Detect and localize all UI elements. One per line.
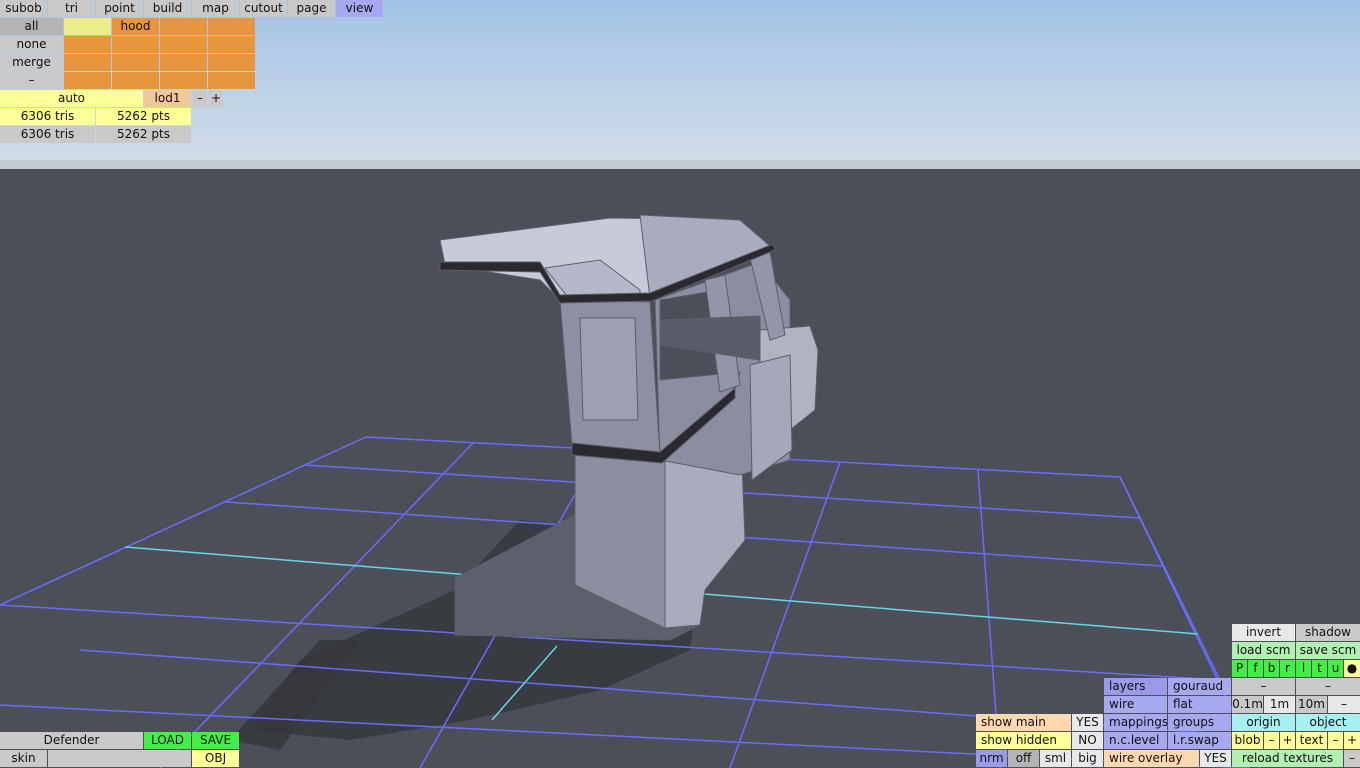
view-u-button[interactable]: u bbox=[1328, 660, 1343, 677]
group-hood[interactable]: hood bbox=[112, 18, 159, 35]
group-slot[interactable] bbox=[160, 18, 207, 35]
invert-button[interactable]: invert bbox=[1232, 624, 1295, 641]
tris-count: 6306 tris bbox=[0, 108, 95, 125]
group-slot[interactable] bbox=[112, 72, 159, 89]
grid-0-1m-button[interactable]: 0.1m bbox=[1232, 696, 1263, 713]
groups-button[interactable]: groups bbox=[1168, 714, 1231, 731]
object-button[interactable]: object bbox=[1296, 714, 1360, 731]
blob-plus-button[interactable]: + bbox=[1280, 732, 1295, 749]
model-name[interactable]: Defender bbox=[0, 732, 143, 749]
text-button[interactable]: text bbox=[1296, 732, 1327, 749]
blob-button[interactable]: blob bbox=[1232, 732, 1263, 749]
lod-level[interactable]: lod1 bbox=[144, 90, 191, 107]
dash-button[interactable]: – bbox=[1232, 678, 1295, 695]
group-slot[interactable] bbox=[112, 36, 159, 53]
menu-point[interactable]: point bbox=[96, 0, 143, 17]
flat-button[interactable]: flat bbox=[1168, 696, 1231, 713]
dash-button[interactable]: – bbox=[1296, 678, 1360, 695]
gouraud-button[interactable]: gouraud bbox=[1168, 678, 1231, 695]
blob-minus-button[interactable]: – bbox=[1264, 732, 1279, 749]
menu-cutout[interactable]: cutout bbox=[240, 0, 287, 17]
show-main-button[interactable]: show main bbox=[976, 714, 1071, 731]
group-slot[interactable] bbox=[208, 18, 255, 35]
view-t-button[interactable]: t bbox=[1312, 660, 1327, 677]
view-b-button[interactable]: b bbox=[1264, 660, 1279, 677]
show-hidden-value[interactable]: NO bbox=[1072, 732, 1103, 749]
wire-button[interactable]: wire bbox=[1104, 696, 1167, 713]
lr-swap-button[interactable]: l.r.swap bbox=[1168, 732, 1231, 749]
layers-button[interactable]: layers bbox=[1104, 678, 1167, 695]
show-main-value[interactable]: YES bbox=[1072, 714, 1103, 731]
view-r-button[interactable]: r bbox=[1280, 660, 1295, 677]
grid-1m-button[interactable]: 1m bbox=[1264, 696, 1295, 713]
reload-textures-button[interactable]: reload textures bbox=[1232, 750, 1343, 767]
lod-plus-button[interactable]: + bbox=[209, 90, 223, 107]
select-none-button[interactable]: none bbox=[0, 36, 63, 53]
origin-button[interactable]: origin bbox=[1232, 714, 1295, 731]
normals-off[interactable]: off bbox=[1008, 750, 1039, 767]
lod-auto-button[interactable]: auto bbox=[0, 90, 143, 107]
menu-subob[interactable]: subob bbox=[0, 0, 47, 17]
dash-button[interactable]: – bbox=[0, 72, 63, 89]
load-scm-button[interactable]: load scm bbox=[1232, 642, 1295, 659]
normals-nrm[interactable]: nrm bbox=[976, 750, 1007, 767]
select-all-button[interactable]: all bbox=[0, 18, 63, 35]
grid-minus-button[interactable]: – bbox=[1328, 696, 1360, 713]
view-f-button[interactable]: f bbox=[1248, 660, 1263, 677]
tris-count-total: 6306 tris bbox=[0, 126, 95, 143]
group-slot[interactable] bbox=[208, 54, 255, 71]
grid-10m-button[interactable]: 10m bbox=[1296, 696, 1327, 713]
normals-sml[interactable]: sml bbox=[1040, 750, 1071, 767]
show-hidden-button[interactable]: show hidden bbox=[976, 732, 1071, 749]
obj-button[interactable]: OBJ bbox=[192, 750, 239, 767]
skin-field[interactable] bbox=[48, 750, 191, 767]
text-plus-button[interactable]: + bbox=[1344, 732, 1360, 749]
group-slot[interactable] bbox=[208, 72, 255, 89]
nc-level-button[interactable]: n.c.level bbox=[1104, 732, 1167, 749]
pts-count-total: 5262 pts bbox=[96, 126, 191, 143]
menu-page[interactable]: page bbox=[288, 0, 335, 17]
group-slot[interactable] bbox=[64, 36, 111, 53]
menu-map[interactable]: map bbox=[192, 0, 239, 17]
menu-view[interactable]: view bbox=[336, 0, 383, 17]
reload-minus-button[interactable]: – bbox=[1344, 750, 1360, 767]
view-p-button[interactable]: P bbox=[1232, 660, 1247, 677]
skin-label: skin bbox=[0, 750, 47, 767]
shadow-button[interactable]: shadow bbox=[1296, 624, 1360, 641]
save-button[interactable]: SAVE bbox=[192, 732, 239, 749]
merge-button[interactable]: merge bbox=[0, 54, 63, 71]
group-slot[interactable] bbox=[64, 18, 111, 35]
wire-overlay-value[interactable]: YES bbox=[1200, 750, 1231, 767]
save-scm-button[interactable]: save scm bbox=[1296, 642, 1360, 659]
menu-tri[interactable]: tri bbox=[48, 0, 95, 17]
lod-minus-button[interactable]: – bbox=[193, 90, 207, 107]
mappings-button[interactable]: mappings bbox=[1104, 714, 1167, 731]
text-minus-button[interactable]: – bbox=[1328, 732, 1343, 749]
group-slot[interactable] bbox=[160, 72, 207, 89]
dot-button[interactable]: ● bbox=[1344, 660, 1360, 677]
group-slot[interactable] bbox=[64, 54, 111, 71]
normals-big[interactable]: big bbox=[1072, 750, 1103, 767]
group-slot[interactable] bbox=[112, 54, 159, 71]
pts-count: 5262 pts bbox=[96, 108, 191, 125]
group-slot[interactable] bbox=[160, 36, 207, 53]
group-slot[interactable] bbox=[160, 54, 207, 71]
load-button[interactable]: LOAD bbox=[144, 732, 191, 749]
menu-build[interactable]: build bbox=[144, 0, 191, 17]
group-slot[interactable] bbox=[208, 36, 255, 53]
ui-overlay: subob tri point build map cutout page vi… bbox=[0, 0, 1360, 768]
wire-overlay-button[interactable]: wire overlay bbox=[1104, 750, 1199, 767]
group-slot[interactable] bbox=[64, 72, 111, 89]
view-l-button[interactable]: l bbox=[1296, 660, 1311, 677]
